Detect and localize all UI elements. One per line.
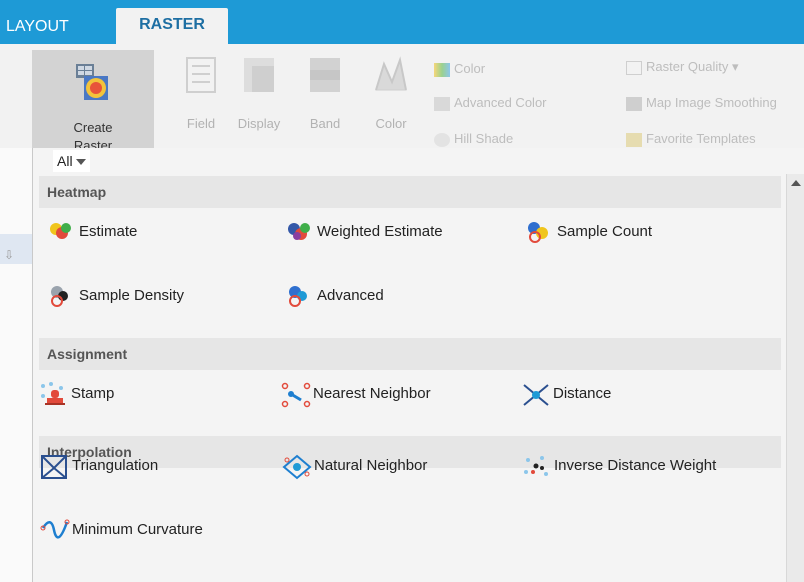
grid-icon	[626, 60, 642, 75]
advanced-label: Advanced	[317, 287, 384, 304]
natural-neighbor-icon	[280, 452, 314, 480]
sample-count-label: Sample Count	[557, 223, 653, 240]
band-icon	[310, 58, 340, 92]
raster-quality-label: Raster Quality ▾	[646, 59, 739, 74]
category-filter-dropdown[interactable]: All	[53, 150, 90, 172]
triangulation-label: Triangulation	[72, 457, 159, 474]
color-stretch-label: Color	[375, 116, 407, 131]
create-raster-button[interactable]: Create Raster	[32, 50, 154, 148]
gallery-item-sample-count[interactable]: Sample Count	[523, 218, 652, 246]
gallery-item-weighted-estimate[interactable]: Weighted Estimate	[283, 218, 443, 246]
sample-density-label: Sample Density	[79, 287, 185, 304]
color-icon	[434, 62, 450, 77]
gallery-item-advanced[interactable]: Advanced	[283, 282, 384, 310]
heatmap-weighted-estimate-icon	[283, 218, 317, 246]
smoothing-icon	[626, 96, 642, 111]
scroll-up-icon[interactable]	[791, 180, 801, 186]
hill-shade-label: Hill Shade	[454, 131, 514, 146]
create-raster-label: Create	[73, 120, 113, 135]
distance-label: Distance	[553, 385, 612, 402]
nearest-neighbor-icon	[279, 380, 313, 408]
gallery-item-nearest-neighbor[interactable]: Nearest Neighbor	[279, 380, 431, 408]
heatmap-advanced-icon	[283, 282, 317, 310]
create-raster-label-2: Raster	[73, 138, 113, 148]
gallery-item-stamp[interactable]: Stamp	[37, 380, 114, 408]
natural-neighbor-label: Natural Neighbor	[314, 457, 428, 474]
favorite-templates-label: Favorite Templates	[646, 131, 756, 146]
field-button[interactable]: Field	[176, 54, 226, 144]
down-arrow-icon: ⇩	[4, 248, 15, 262]
advanced-color-label: Advanced Color	[454, 95, 547, 110]
gallery-scrollbar[interactable]	[786, 174, 804, 582]
tab-layout[interactable]: LAYOUT	[6, 10, 69, 44]
color-stretch-icon	[375, 56, 407, 91]
stamp-label: Stamp	[71, 385, 115, 402]
section-heatmap: Heatmap	[39, 176, 781, 208]
band-label: Band	[309, 116, 341, 131]
display-icon	[244, 58, 274, 92]
category-filter-value: All	[57, 153, 73, 169]
gallery-item-natural-neighbor[interactable]: Natural Neighbor	[280, 452, 427, 480]
field-label: Field	[186, 116, 216, 131]
raster-quality-button[interactable]: Raster Quality ▾	[626, 56, 739, 78]
color-stretch-button[interactable]: Color	[366, 54, 416, 144]
create-raster-icon	[76, 64, 108, 100]
gallery-item-minimum-curvature[interactable]: Minimum Curvature	[38, 516, 203, 544]
template-icon	[626, 132, 642, 147]
display-button[interactable]: Display	[234, 54, 284, 144]
gallery-item-distance[interactable]: Distance	[519, 380, 611, 408]
advanced-color-button[interactable]: Advanced Color	[434, 92, 547, 114]
heatmap-sample-count-icon	[523, 218, 557, 246]
hill-shade-button[interactable]: Hill Shade	[434, 128, 513, 150]
minimum-curvature-label: Minimum Curvature	[72, 521, 203, 538]
color-label: Color	[454, 61, 486, 76]
heatmap-sample-density-icon	[45, 282, 79, 310]
band-button[interactable]: Band	[300, 54, 350, 144]
distance-icon	[519, 380, 553, 408]
sun-icon	[434, 132, 450, 147]
heatmap-estimate-icon	[45, 218, 79, 246]
idw-icon	[520, 452, 554, 480]
gallery-item-sample-density[interactable]: Sample Density	[45, 282, 184, 310]
tab-raster[interactable]: RASTER	[116, 8, 228, 44]
advanced-color-icon	[434, 96, 450, 111]
triangulation-icon	[38, 452, 72, 480]
estimate-label: Estimate	[79, 223, 138, 240]
map-image-smoothing-label: Map Image Smoothing	[646, 95, 777, 110]
stamp-icon	[37, 380, 71, 408]
gallery-item-inverse-distance-weight[interactable]: Inverse Distance Weight	[520, 452, 716, 480]
section-assignment: Assignment	[39, 338, 781, 370]
minimum-curvature-icon	[38, 516, 72, 544]
ribbon-tab-bar: LAYOUT RASTER	[0, 0, 804, 44]
display-label: Display	[237, 116, 281, 131]
left-panel-strip: ⇩	[0, 148, 32, 582]
weighted-estimate-label: Weighted Estimate	[317, 223, 443, 240]
gallery-item-triangulation[interactable]: Triangulation	[38, 452, 158, 480]
favorite-templates-button[interactable]: Favorite Templates	[626, 128, 756, 150]
ribbon: Create Raster Field Display Band Color C…	[0, 44, 804, 149]
map-image-smoothing-button[interactable]: Map Image Smoothing	[626, 92, 777, 114]
nearest-neighbor-label: Nearest Neighbor	[313, 385, 431, 402]
color-button[interactable]: Color	[434, 58, 485, 80]
gallery-item-estimate[interactable]: Estimate	[45, 218, 137, 246]
chevron-down-icon	[75, 159, 86, 166]
field-icon	[186, 57, 216, 93]
idw-label: Inverse Distance Weight	[554, 457, 717, 474]
